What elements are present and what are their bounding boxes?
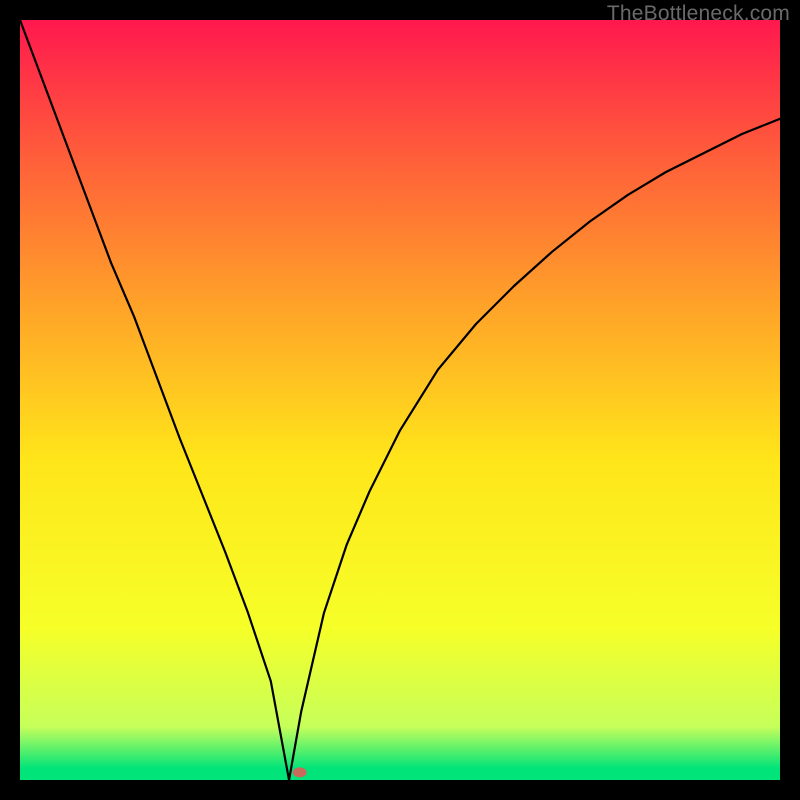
chart-background [20,20,780,780]
watermark-text: TheBottleneck.com [607,2,790,26]
optimal-point-marker [293,767,307,777]
chart-plot-area [20,20,780,780]
chart-frame: TheBottleneck.com [0,0,800,800]
chart-svg [20,20,780,780]
